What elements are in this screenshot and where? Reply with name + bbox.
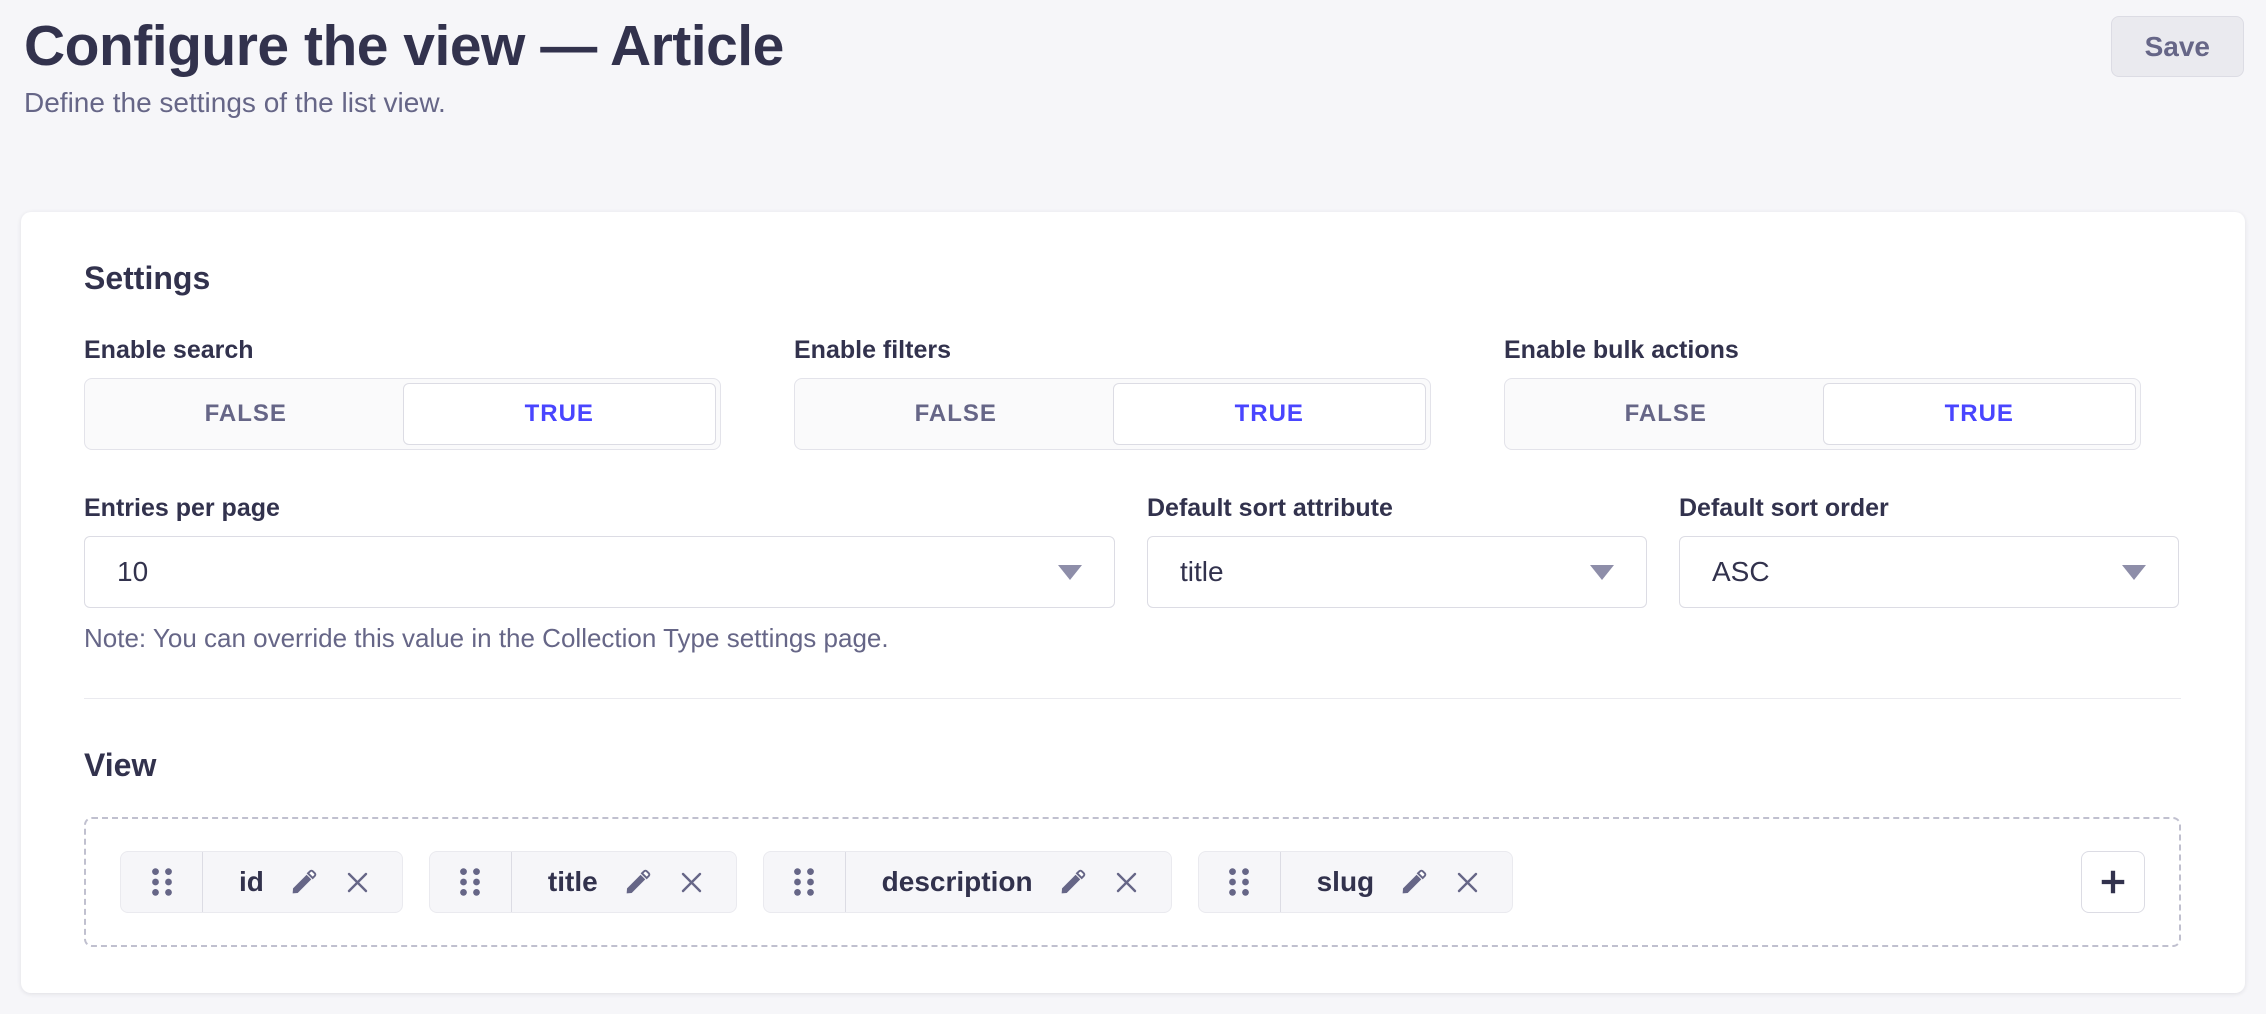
edit-field-button[interactable] <box>622 867 653 898</box>
enable-filters-toggle[interactable]: FALSE TRUE <box>794 378 1431 450</box>
toggle-true-option[interactable]: TRUE <box>403 383 717 445</box>
field-chip-label: description <box>882 866 1033 898</box>
toggle-false-option[interactable]: FALSE <box>1509 383 1823 445</box>
entries-per-page-note: Note: You can override this value in the… <box>84 624 1115 652</box>
drag-handle[interactable] <box>430 852 512 912</box>
entries-per-page-label: Entries per page <box>84 494 1115 522</box>
field-chip-title[interactable]: title <box>429 851 737 913</box>
enable-bulk-actions-toggle[interactable]: FALSE TRUE <box>1504 378 2141 450</box>
edit-field-button[interactable] <box>1057 867 1088 898</box>
enable-filters-label: Enable filters <box>794 336 1431 364</box>
default-sort-attribute-value: title <box>1180 556 1224 588</box>
page-title: Configure the view — Article <box>24 16 2244 76</box>
drag-handle[interactable] <box>764 852 846 912</box>
enable-search-label: Enable search <box>84 336 721 364</box>
remove-field-button[interactable] <box>677 868 706 897</box>
close-icon <box>1112 868 1141 897</box>
enable-bulk-actions-label: Enable bulk actions <box>1504 336 2141 364</box>
chip-body: description <box>846 852 1171 912</box>
drag-handle-icon <box>791 865 817 899</box>
pencil-icon <box>1057 867 1088 898</box>
section-divider <box>84 698 2181 699</box>
add-field-button[interactable] <box>2081 851 2145 913</box>
default-sort-attribute-select[interactable]: title <box>1147 536 1647 608</box>
default-sort-order-label: Default sort order <box>1679 494 2179 522</box>
entries-per-page-value: 10 <box>117 556 148 588</box>
edit-field-button[interactable] <box>1398 867 1429 898</box>
settings-card: Settings Enable search FALSE TRUE Enable… <box>21 212 2245 993</box>
chevron-down-icon <box>1590 565 1614 580</box>
enable-search-toggle[interactable]: FALSE TRUE <box>84 378 721 450</box>
toggle-false-option[interactable]: FALSE <box>799 383 1113 445</box>
chip-body: id <box>203 852 402 912</box>
pencil-icon <box>288 867 319 898</box>
pencil-icon <box>622 867 653 898</box>
default-sort-order-group: Default sort order ASC <box>1679 494 2179 652</box>
toggle-true-option[interactable]: TRUE <box>1823 383 2137 445</box>
default-sort-order-value: ASC <box>1712 556 1770 588</box>
default-sort-order-select[interactable]: ASC <box>1679 536 2179 608</box>
drag-handle-icon <box>457 865 483 899</box>
default-sort-attribute-group: Default sort attribute title <box>1147 494 1647 652</box>
close-icon <box>343 868 372 897</box>
field-chip-label: slug <box>1317 866 1375 898</box>
field-chip-label: title <box>548 866 598 898</box>
field-chip-description[interactable]: description <box>763 851 1172 913</box>
chip-body: title <box>512 852 736 912</box>
toggle-true-option[interactable]: TRUE <box>1113 383 1427 445</box>
field-chip-slug[interactable]: slug <box>1198 851 1514 913</box>
entries-per-page-group: Entries per page 10 Note: You can overri… <box>84 494 1115 652</box>
remove-field-button[interactable] <box>1112 868 1141 897</box>
view-fields-dropzone: id title <box>84 817 2181 947</box>
drag-handle-icon <box>149 865 175 899</box>
entries-per-page-select[interactable]: 10 <box>84 536 1115 608</box>
enable-filters-group: Enable filters FALSE TRUE <box>794 336 1431 450</box>
enable-bulk-actions-group: Enable bulk actions FALSE TRUE <box>1504 336 2141 450</box>
drag-handle[interactable] <box>121 852 203 912</box>
close-icon <box>1453 868 1482 897</box>
enable-search-group: Enable search FALSE TRUE <box>84 336 721 450</box>
chevron-down-icon <box>2122 565 2146 580</box>
toggles-row: Enable search FALSE TRUE Enable filters … <box>84 336 2181 450</box>
view-section-heading: View <box>84 747 2181 783</box>
drag-handle-icon <box>1226 865 1252 899</box>
pencil-icon <box>1398 867 1429 898</box>
page-subtitle: Define the settings of the list view. <box>24 88 2244 118</box>
default-sort-attribute-label: Default sort attribute <box>1147 494 1647 522</box>
selects-row: Entries per page 10 Note: You can overri… <box>84 494 2181 652</box>
chip-body: slug <box>1281 852 1513 912</box>
drag-handle[interactable] <box>1199 852 1281 912</box>
field-chip-id[interactable]: id <box>120 851 403 913</box>
close-icon <box>677 868 706 897</box>
chevron-down-icon <box>1058 565 1082 580</box>
page-header: Configure the view — Article Define the … <box>0 0 2266 116</box>
toggle-false-option[interactable]: FALSE <box>89 383 403 445</box>
field-chip-label: id <box>239 866 264 898</box>
remove-field-button[interactable] <box>343 868 372 897</box>
save-button[interactable]: Save <box>2111 16 2244 77</box>
settings-section-heading: Settings <box>84 260 2181 296</box>
edit-field-button[interactable] <box>288 867 319 898</box>
remove-field-button[interactable] <box>1453 868 1482 897</box>
plus-icon <box>2098 867 2128 897</box>
